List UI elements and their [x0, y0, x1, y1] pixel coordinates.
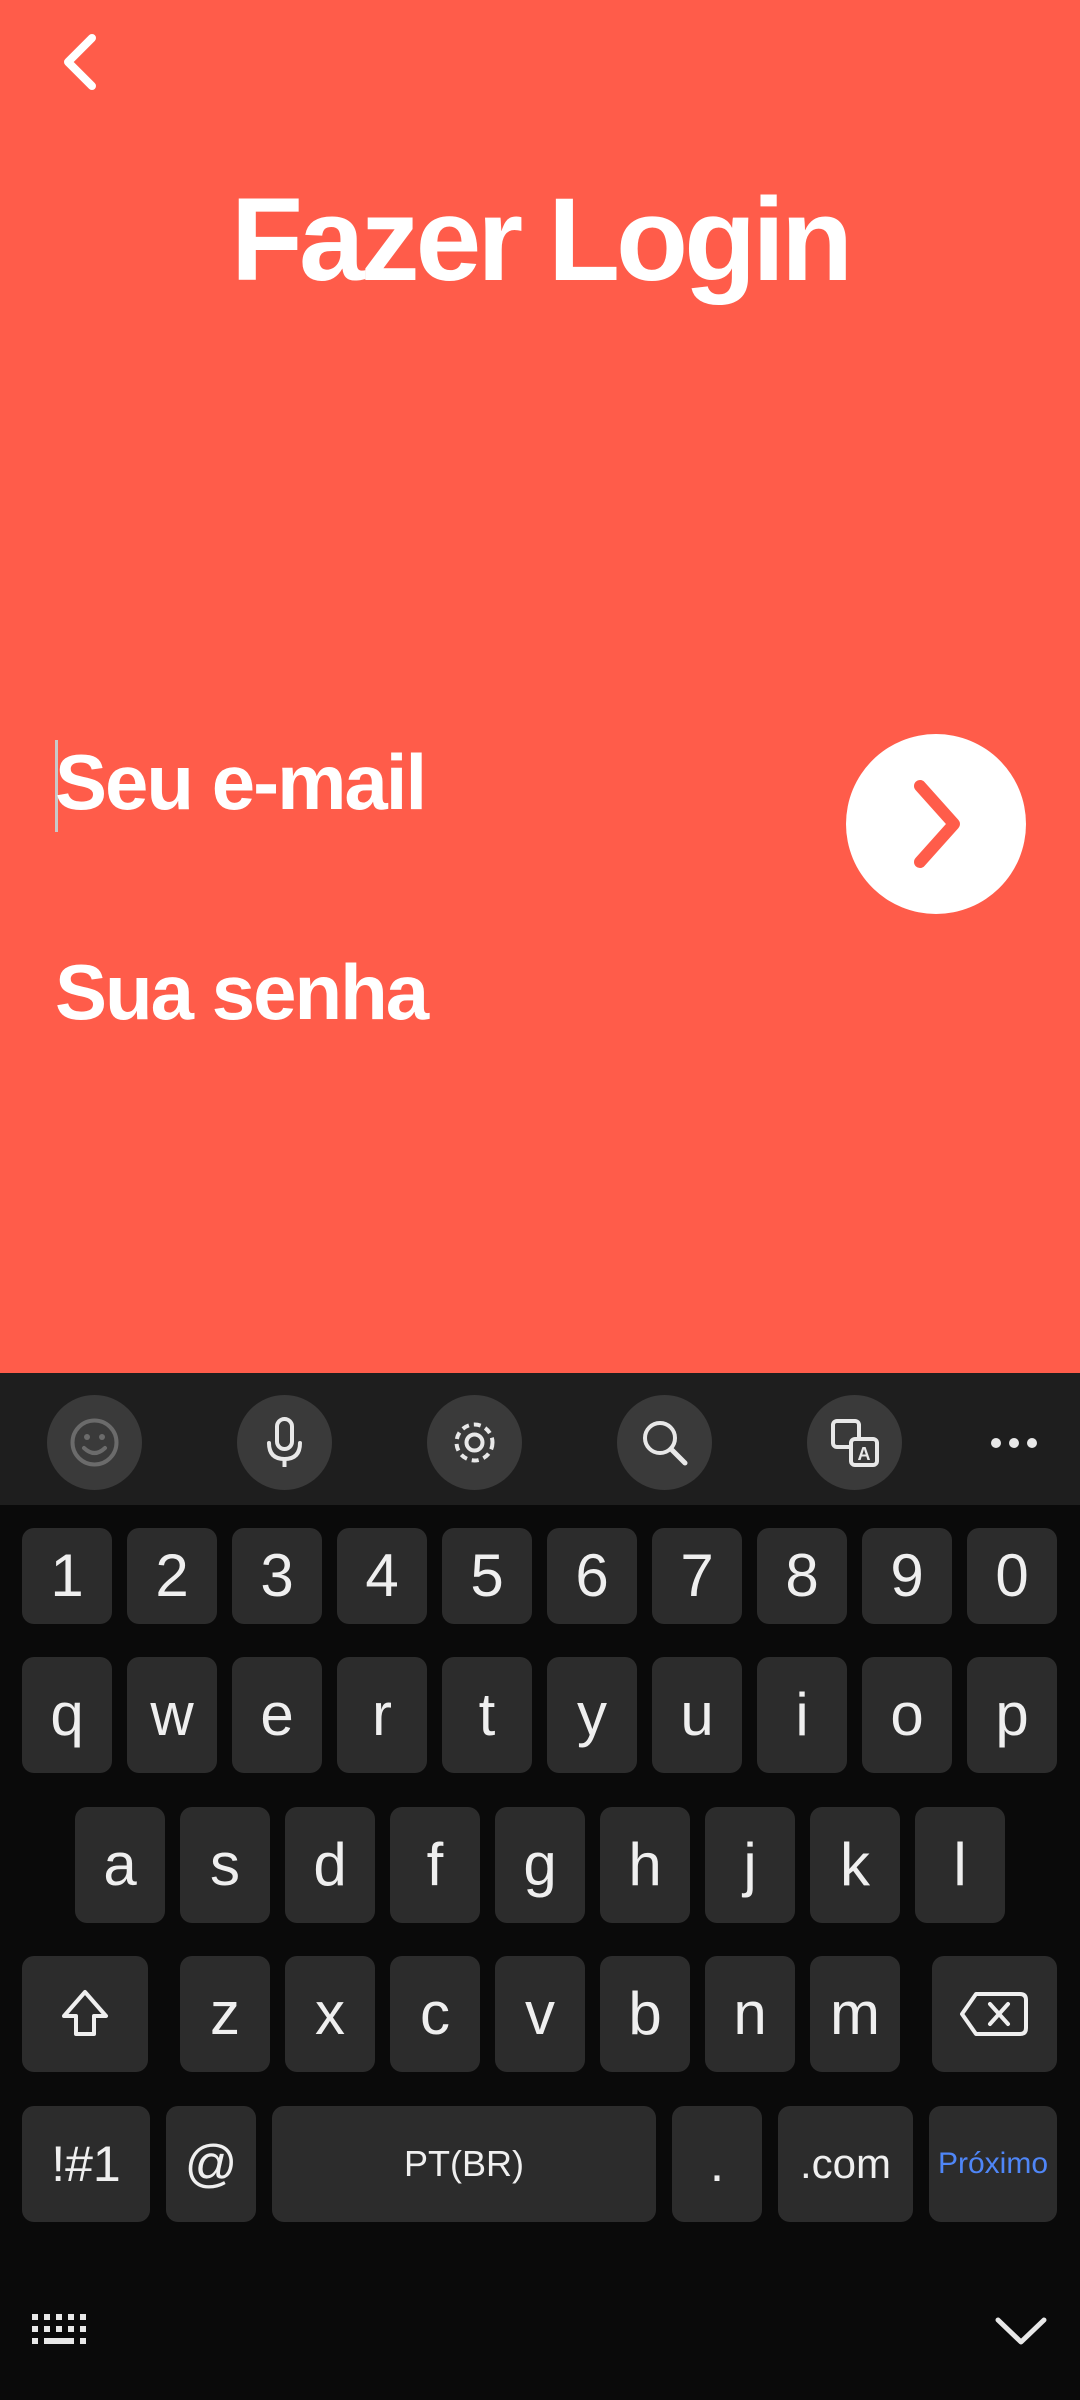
key-g[interactable]: g [495, 1807, 585, 1923]
keyboard-toolbar: A [0, 1373, 1080, 1505]
svg-text:A: A [858, 1444, 871, 1464]
next-button[interactable] [846, 734, 1026, 914]
keyboard: A 1 2 3 4 5 6 7 8 9 0 q w e r t y u i o … [0, 1373, 1080, 2400]
next-action-key[interactable]: Próximo [929, 2106, 1057, 2222]
key-d[interactable]: d [285, 1807, 375, 1923]
key-9[interactable]: 9 [862, 1528, 952, 1624]
key-0[interactable]: 0 [967, 1528, 1057, 1624]
voice-input-button[interactable] [237, 1395, 332, 1490]
more-icon [991, 1438, 1037, 1448]
shift-key[interactable] [22, 1956, 148, 2072]
translate-icon: A [831, 1419, 879, 1467]
chevron-left-icon [64, 34, 96, 90]
key-n[interactable]: n [705, 1956, 795, 2072]
key-y[interactable]: y [547, 1657, 637, 1773]
key-t[interactable]: t [442, 1657, 532, 1773]
space-key[interactable]: PT(BR) [272, 2106, 656, 2222]
keyboard-settings-button[interactable] [427, 1395, 522, 1490]
password-field[interactable]: Sua senha [55, 944, 429, 1040]
key-v[interactable]: v [495, 1956, 585, 2072]
chevron-down-icon [995, 2317, 1047, 2345]
key-w[interactable]: w [127, 1657, 217, 1773]
period-key[interactable]: . [672, 2106, 762, 2222]
key-l[interactable]: l [915, 1807, 1005, 1923]
key-1[interactable]: 1 [22, 1528, 112, 1624]
keyboard-switch-button[interactable] [28, 2300, 94, 2360]
key-z[interactable]: z [180, 1956, 270, 2072]
key-x[interactable]: x [285, 1956, 375, 2072]
backspace-icon [960, 1992, 1028, 2036]
keyboard-bottom-bar [0, 2260, 1080, 2400]
key-s[interactable]: s [180, 1807, 270, 1923]
dotcom-key[interactable]: .com [778, 2106, 913, 2222]
key-p[interactable]: p [967, 1657, 1057, 1773]
login-panel: Fazer Login Seu e-mail Sua senha [0, 0, 1080, 1373]
microphone-icon [267, 1417, 302, 1467]
key-q[interactable]: q [22, 1657, 112, 1773]
search-icon [643, 1421, 688, 1466]
emoji-icon [70, 1418, 119, 1467]
key-4[interactable]: 4 [337, 1528, 427, 1624]
keyboard-icon [32, 2314, 86, 2344]
key-i[interactable]: i [757, 1657, 847, 1773]
key-3[interactable]: 3 [232, 1528, 322, 1624]
shift-icon [62, 1990, 108, 2036]
login-screen: Fazer Login Seu e-mail Sua senha A 1 2 3… [0, 0, 1080, 2400]
key-b[interactable]: b [600, 1956, 690, 2072]
key-6[interactable]: 6 [547, 1528, 637, 1624]
back-button[interactable] [52, 22, 116, 102]
translate-button[interactable]: A [807, 1395, 902, 1490]
key-e[interactable]: e [232, 1657, 322, 1773]
chevron-right-icon [914, 780, 960, 868]
key-r[interactable]: r [337, 1657, 427, 1773]
page-title: Fazer Login [230, 174, 853, 306]
backspace-key[interactable] [932, 1956, 1057, 2072]
key-2[interactable]: 2 [127, 1528, 217, 1624]
key-c[interactable]: c [390, 1956, 480, 2072]
key-u[interactable]: u [652, 1657, 742, 1773]
key-7[interactable]: 7 [652, 1528, 742, 1624]
key-o[interactable]: o [862, 1657, 952, 1773]
email-field[interactable]: Seu e-mail [55, 734, 427, 830]
gear-icon [454, 1422, 495, 1463]
key-h[interactable]: h [600, 1807, 690, 1923]
emoji-button[interactable] [47, 1395, 142, 1490]
key-8[interactable]: 8 [757, 1528, 847, 1624]
key-a[interactable]: a [75, 1807, 165, 1923]
key-5[interactable]: 5 [442, 1528, 532, 1624]
more-options-button[interactable] [982, 1399, 1046, 1487]
hide-keyboard-button[interactable] [988, 2300, 1054, 2360]
key-f[interactable]: f [390, 1807, 480, 1923]
key-k[interactable]: k [810, 1807, 900, 1923]
symbols-key[interactable]: !#1 [22, 2106, 150, 2222]
keyboard-search-button[interactable] [617, 1395, 712, 1490]
key-j[interactable]: j [705, 1807, 795, 1923]
key-m[interactable]: m [810, 1956, 900, 2072]
at-key[interactable]: @ [166, 2106, 256, 2222]
